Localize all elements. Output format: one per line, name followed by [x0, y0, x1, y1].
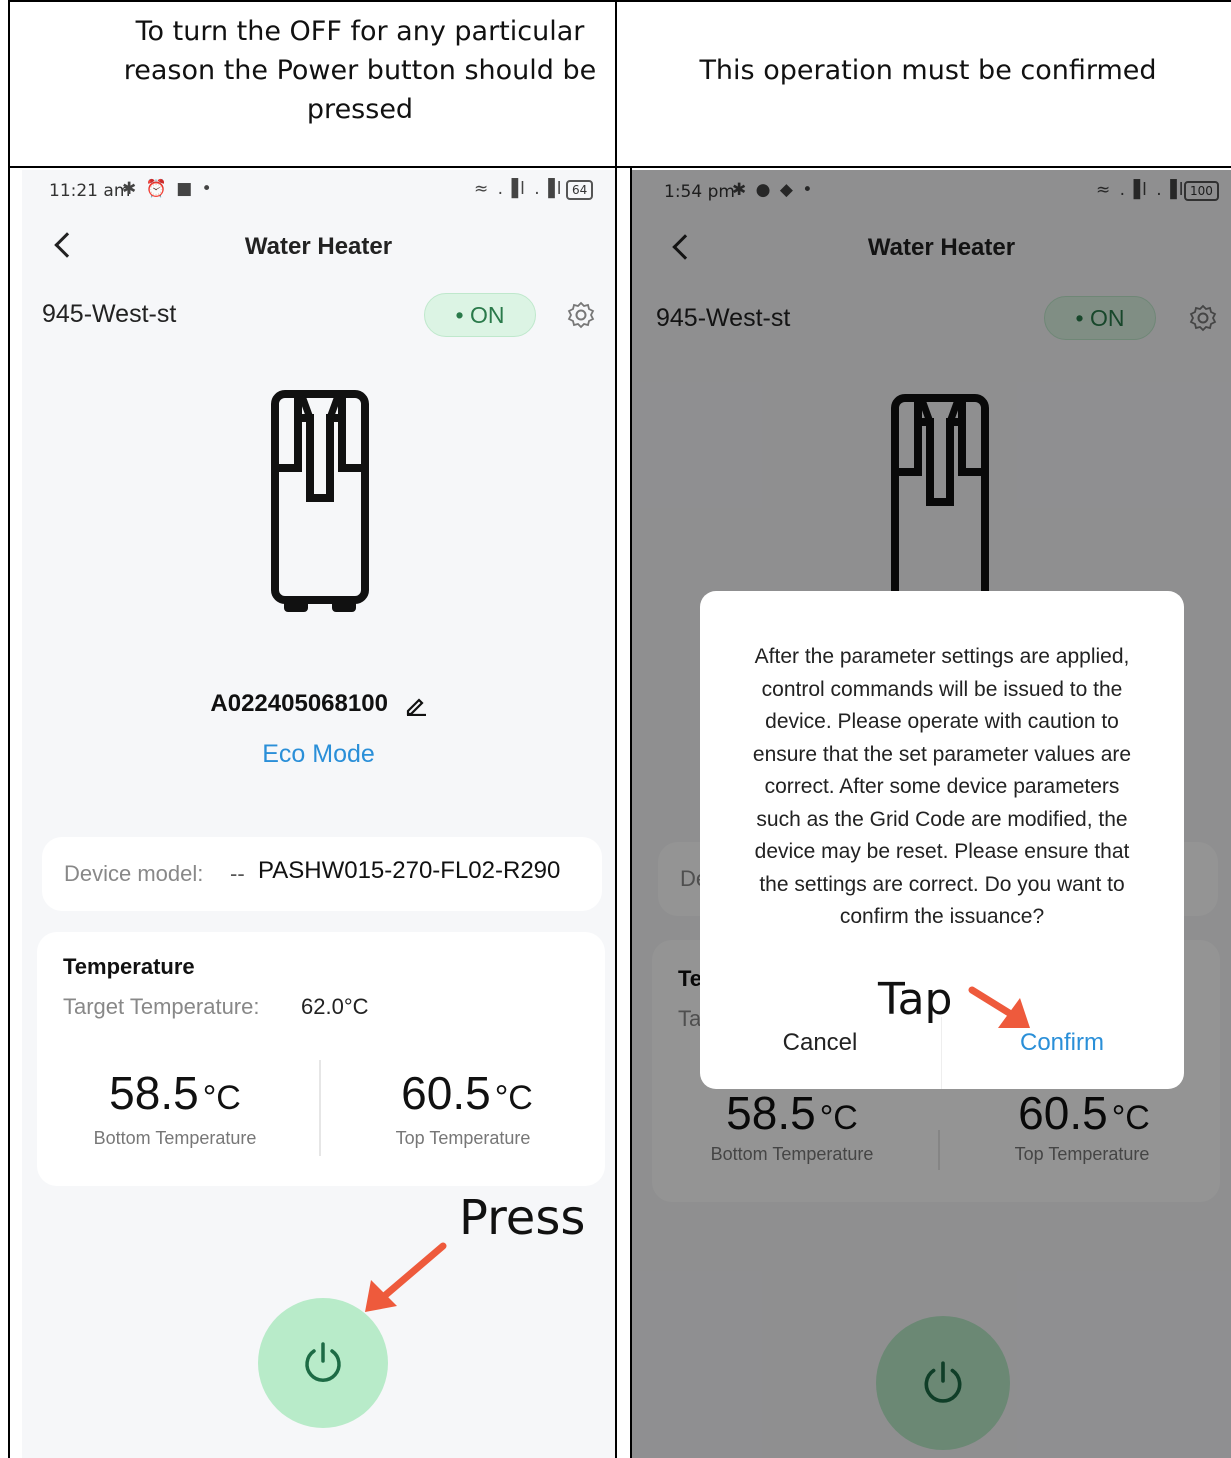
- bottom-temperature-value: 58.5 °C: [55, 1066, 295, 1120]
- eco-mode-link[interactable]: Eco Mode: [22, 740, 615, 769]
- page-title: Water Heater: [244, 233, 393, 260]
- status-badge-on[interactable]: • ON: [424, 293, 536, 337]
- target-temperature-label: Target Temperature:: [63, 994, 260, 1019]
- gear-icon[interactable]: [567, 301, 595, 329]
- cancel-button[interactable]: Cancel: [700, 1029, 940, 1057]
- device-model-dash: --: [230, 861, 245, 886]
- device-model-value: PASHW015-270-FL02-R290: [258, 857, 561, 884]
- left-caption: To turn the OFF for any particular reaso…: [123, 16, 597, 125]
- right-caption: This operation must be confirmed: [699, 55, 1157, 86]
- device-serial-text: A022405068100: [210, 690, 388, 717]
- bottom-temperature-label: Bottom Temperature: [93, 1128, 257, 1148]
- battery-icon: 64: [566, 180, 594, 200]
- edit-pencil-icon[interactable]: [405, 694, 427, 716]
- status-time: 11:21 am: [49, 181, 131, 201]
- table-border-top: [8, 0, 1231, 2]
- top-temperature-unit: °C: [494, 1079, 533, 1117]
- status-bar: 11:21 am ✱ ⏰ ■ • ≈ .▐l .▐l 64: [22, 170, 615, 210]
- red-arrow-icon: [365, 1242, 447, 1312]
- table-border-center: [615, 0, 617, 1458]
- top-temperature-label: Top Temperature: [395, 1128, 531, 1148]
- water-heater-icon: [271, 390, 369, 612]
- left-screenshot: 11:21 am ✱ ⏰ ■ • ≈ .▐l .▐l 64 Water Heat…: [22, 170, 615, 1458]
- temperature-divider: [319, 1060, 321, 1156]
- status-notification-icons: ✱ ⏰ ■ •: [122, 179, 214, 199]
- temperature-card: Temperature Target Temperature: 62.0°C 5…: [37, 932, 605, 1186]
- tap-annotation: Tap: [878, 974, 953, 1025]
- bottom-temperature-number: 58.5: [109, 1067, 199, 1119]
- top-temperature-number: 60.5: [401, 1067, 491, 1119]
- power-icon: [305, 1342, 341, 1382]
- device-model-card: Device model: -- PASHW015-270-FL02-R290: [42, 837, 602, 911]
- table-border-middle: [8, 166, 1231, 168]
- bottom-temperature-unit: °C: [202, 1079, 241, 1117]
- dialog-message: After the parameter settings are applied…: [752, 645, 1132, 928]
- press-annotation: Press: [459, 1190, 586, 1246]
- table-border-left: [8, 0, 10, 1458]
- red-arrow-icon: [968, 986, 1030, 1028]
- device-name: 945-West-st: [42, 300, 177, 328]
- device-model-label: Device model:: [64, 861, 204, 886]
- signal-icons: ≈ .▐l .▐l: [474, 179, 564, 199]
- device-serial: A022405068100: [22, 690, 615, 718]
- right-screenshot: 1:54 pm ✱ ● ◆ • ≈ .▐l .▐l 100 Water Heat…: [632, 170, 1231, 1458]
- temperature-title: Temperature: [63, 954, 195, 979]
- top-temperature-value: 60.5 °C: [347, 1066, 587, 1120]
- target-temperature-value: 62.0°C: [301, 994, 369, 1019]
